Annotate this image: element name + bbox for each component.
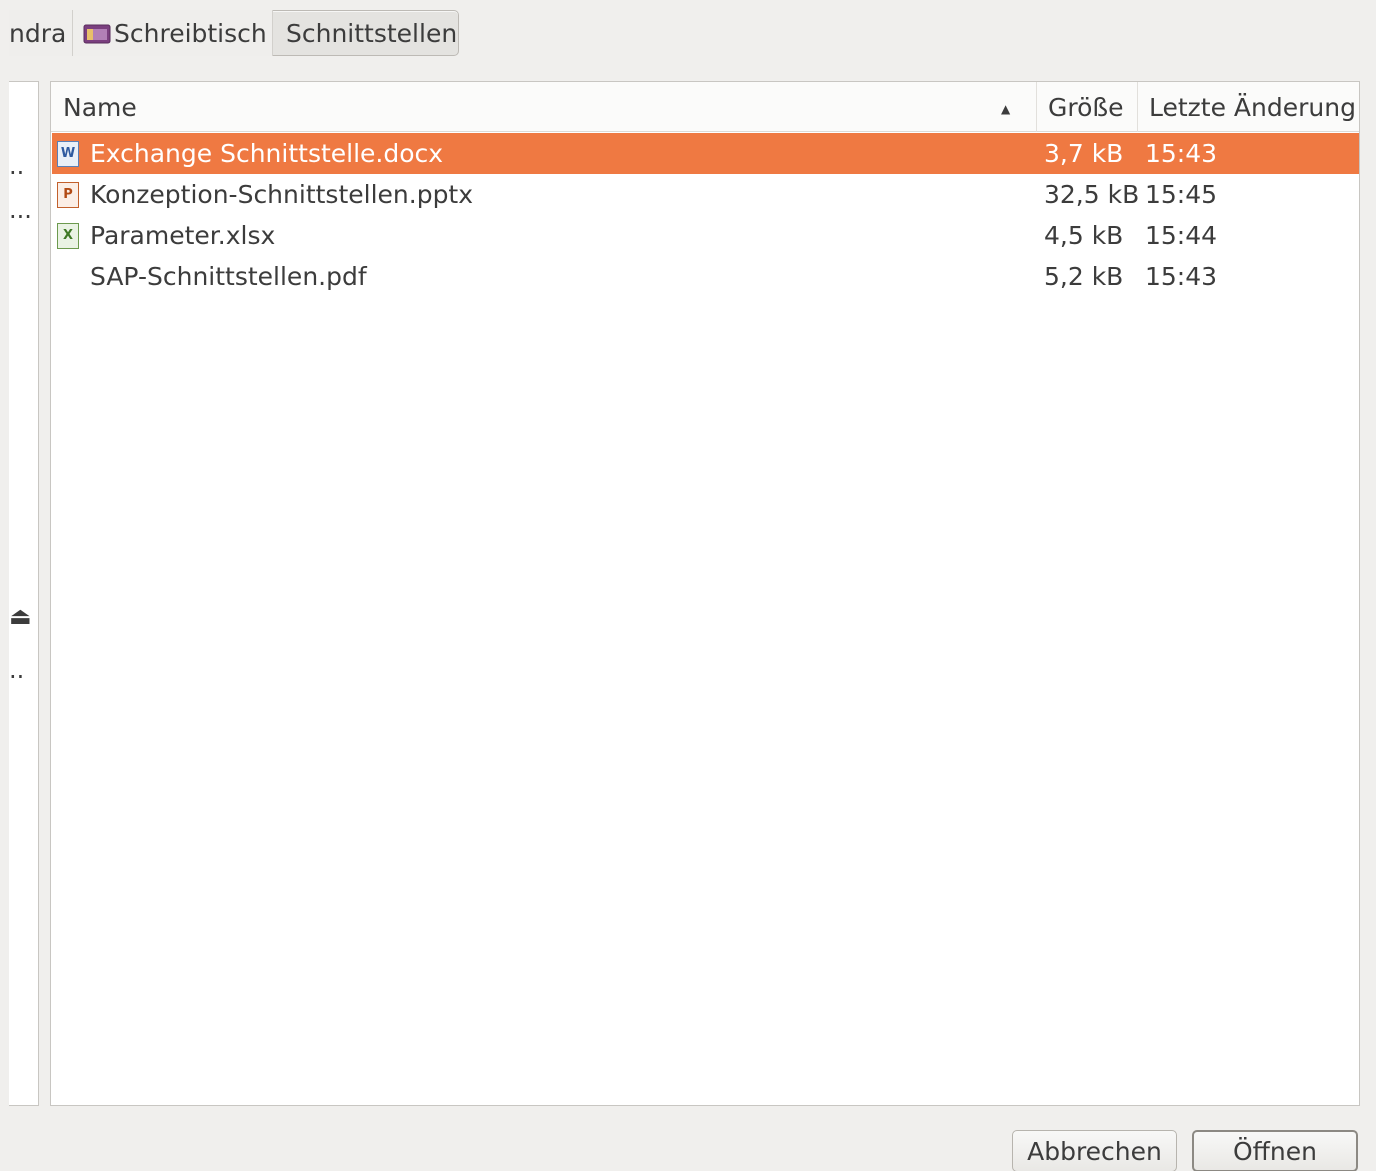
file-modified: 15:43	[1145, 139, 1218, 168]
word-document-icon: W	[57, 140, 79, 167]
places-sidebar[interactable]: .. ... ⏏ ..	[9, 81, 39, 1106]
table-row[interactable]: W Exchange Schnittstelle.docx 3,7 kB 15:…	[52, 133, 1359, 174]
table-row[interactable]: X Parameter.xlsx 4,5 kB 15:44	[52, 215, 1359, 256]
file-modified: 15:45	[1145, 180, 1218, 209]
column-header-size[interactable]: Größe	[1037, 82, 1138, 132]
sidebar-item-ellipsis[interactable]: ...	[9, 198, 32, 222]
column-header-label: Letzte Änderung	[1149, 92, 1356, 122]
column-header-label: Größe	[1048, 92, 1124, 122]
file-name: Konzeption-Schnittstellen.pptx	[90, 180, 474, 209]
powerpoint-document-icon: P	[57, 181, 79, 208]
desktop-folder-icon	[83, 22, 111, 44]
file-modified: 15:44	[1145, 221, 1218, 250]
file-icon-placeholder	[57, 256, 81, 297]
breadcrumb-current[interactable]: Schnittstellen	[273, 10, 459, 56]
column-header-label: Name	[63, 92, 137, 122]
file-name: Parameter.xlsx	[90, 221, 276, 250]
breadcrumb-label: ndra	[9, 18, 67, 48]
column-header-modified[interactable]: Letzte Änderung	[1138, 82, 1360, 132]
file-size: 3,7 kB	[1044, 139, 1124, 168]
file-size: 5,2 kB	[1044, 262, 1124, 291]
breadcrumb: ndra Schreibtisch Schnittstellen	[9, 10, 459, 57]
file-chooser-dialog: ndra Schreibtisch Schnittstellen .. ... …	[0, 0, 1376, 1171]
breadcrumb-label: Schreibtisch	[114, 18, 267, 48]
column-header-row: Name ▲ Größe Letzte Änderung	[51, 82, 1359, 132]
eject-icon[interactable]: ⏏	[9, 604, 32, 628]
file-size: 4,5 kB	[1044, 221, 1124, 250]
file-size: 32,5 kB	[1044, 180, 1140, 209]
breadcrumb-label: Schnittstellen	[286, 18, 458, 48]
sidebar-item-ellipsis[interactable]: ..	[9, 658, 24, 682]
cancel-button[interactable]: Abbrechen	[1012, 1130, 1177, 1171]
table-row[interactable]: P Konzeption-Schnittstellen.pptx 32,5 kB…	[52, 174, 1359, 215]
table-row[interactable]: SAP-Schnittstellen.pdf 5,2 kB 15:43	[52, 256, 1359, 297]
file-name: SAP-Schnittstellen.pdf	[90, 262, 367, 291]
sort-ascending-icon: ▲	[1001, 102, 1011, 116]
file-list[interactable]: Name ▲ Größe Letzte Änderung W Exchange …	[50, 81, 1360, 1106]
breadcrumb-desktop[interactable]: Schreibtisch	[73, 10, 273, 56]
column-header-name[interactable]: Name ▲	[51, 82, 1037, 132]
breadcrumb-home[interactable]: ndra	[9, 10, 73, 56]
excel-document-icon: X	[57, 222, 79, 249]
open-button[interactable]: Öffnen	[1192, 1130, 1358, 1171]
file-name: Exchange Schnittstelle.docx	[90, 139, 444, 168]
sidebar-item-ellipsis[interactable]: ..	[9, 154, 24, 178]
file-modified: 15:43	[1145, 262, 1218, 291]
